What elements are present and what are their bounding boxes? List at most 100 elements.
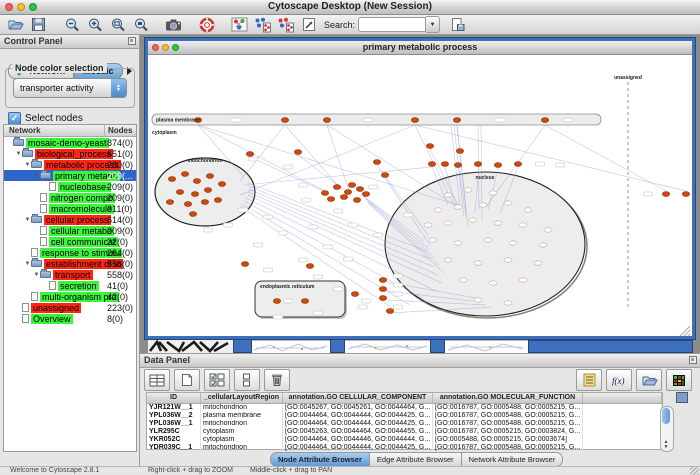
disclosure-triangle-icon[interactable]: ▼	[24, 217, 31, 223]
disclosure-triangle-icon[interactable]: ▼	[33, 272, 40, 278]
table-vertical-scrollbar[interactable]: ▲▼	[660, 406, 674, 452]
selected-gene-node	[246, 152, 253, 157]
vizmapper-icon[interactable]	[230, 16, 249, 33]
disclosure-triangle-icon[interactable]: ▼	[24, 261, 31, 267]
tree-row[interactable]: ▼ establishment of lo 558(0)	[4, 258, 136, 269]
table-row[interactable]: YDR039C__1mitochondrion[GO:0044464, GO:0…	[147, 444, 662, 452]
disclosure-triangle-icon[interactable]: ▼	[33, 173, 40, 179]
network-graph[interactable]: plasma membranecytoplasmmitochondrionnuc…	[148, 55, 692, 336]
background-window-fragment[interactable]	[252, 340, 330, 353]
column-header[interactable]: ID	[147, 393, 201, 403]
disclosure-triangle-icon[interactable]: ▼	[15, 151, 22, 157]
tree-row[interactable]: cell communicat 22(0)	[4, 236, 136, 247]
tree-row[interactable]: multi-organism pro 42(0)	[4, 291, 136, 302]
import-attributes-icon[interactable]	[636, 369, 662, 391]
layout-edges-icon[interactable]	[276, 16, 295, 33]
selected-gene-node	[306, 264, 313, 269]
folder-icon	[40, 271, 51, 278]
tree-row[interactable]: macromolecule 311(0)	[4, 203, 136, 214]
attribute-browser-tab[interactable]: Network Attribute Browser	[462, 452, 564, 467]
float-panel-icon[interactable]	[128, 37, 136, 45]
node-color-dropdown[interactable]: transporter activity ▲▼	[13, 78, 127, 98]
node-label-pill	[535, 162, 545, 166]
table-row[interactable]: YJR121W__1mitochondrion[GO:0045267, GO:0…	[147, 404, 662, 412]
control-panel-header[interactable]: Control Panel	[0, 35, 139, 49]
help-icon[interactable]	[197, 16, 216, 33]
save-network-image-icon[interactable]	[448, 16, 467, 33]
tree-row[interactable]: nitrogen compo 209(0)	[4, 192, 136, 203]
search-input[interactable]	[358, 17, 426, 32]
snapshot-icon[interactable]	[164, 16, 183, 33]
tree-row[interactable]: Overview 8(0)	[4, 313, 136, 324]
search-dropdown-icon[interactable]: ▼	[426, 16, 440, 33]
tree-row[interactable]: cellular metabo 209(0)	[4, 225, 136, 236]
column-header[interactable]: annotation.GO MOLECULAR_FUNCTION	[433, 393, 583, 403]
attribute-table-icon[interactable]	[144, 369, 170, 391]
selected-gene-node	[386, 309, 393, 314]
network-canvas[interactable]: plasma membranecytoplasmmitochondrionnuc…	[148, 55, 692, 336]
gene-node	[474, 298, 482, 302]
scrollbar-thumb[interactable]	[662, 408, 670, 424]
tree-row[interactable]: unassigned 223(0)	[4, 302, 136, 313]
network-window-title-bar[interactable]: primary metabolic process	[148, 41, 692, 55]
attribute-table-header[interactable]: ID_cellularLayoutRegionannotation.GO CEL…	[147, 393, 662, 404]
canvas-resize-grip	[688, 334, 690, 336]
layout-nodes-icon[interactable]	[253, 16, 272, 33]
data-panel-header[interactable]: Data Panel	[140, 354, 700, 368]
tree-row[interactable]: ▼ metabolic process 280(0)	[4, 159, 136, 170]
background-window-fragment[interactable]	[148, 340, 233, 353]
tree-row[interactable]: mosaic-demo-yeast 874(0)	[4, 137, 136, 148]
scrollbar-arrows-icon[interactable]: ▲▼	[661, 440, 671, 450]
zoom-selected-icon[interactable]	[108, 16, 127, 33]
tree-row[interactable]: ▼ transport 558(0)	[4, 269, 136, 280]
selected-gene-node	[176, 190, 183, 195]
background-window-fragment[interactable]	[445, 340, 528, 353]
table-row[interactable]: YPL036W__1mitochondrion[GO:0044464, GO:0…	[147, 420, 662, 428]
attribute-list-icon[interactable]	[576, 369, 602, 391]
table-cell: [GO:0016787, GO:0005488, GO:0005215, G..…	[433, 420, 583, 428]
matrix-view-icon[interactable]	[666, 369, 692, 391]
zoom-out-icon[interactable]	[62, 16, 81, 33]
tree-row[interactable]: ▼ primary metabo 209(...	[4, 170, 136, 181]
annotation-icon[interactable]	[299, 16, 318, 33]
save-session-icon[interactable]	[29, 16, 48, 33]
background-window-fragment[interactable]	[430, 339, 445, 353]
tree-row-count: 874(0)	[107, 138, 133, 148]
delete-attribute-icon[interactable]	[264, 369, 290, 391]
background-window-fragment[interactable]	[345, 340, 430, 353]
folder-icon	[31, 216, 42, 223]
float-panel-icon[interactable]	[689, 356, 697, 364]
column-header[interactable]: annotation.GO CELLULAR_COMPONENT	[283, 393, 433, 403]
attribute-browser-tab[interactable]: Edge Attribute Browser	[370, 452, 462, 467]
zoom-fit-icon[interactable]	[131, 16, 150, 33]
new-attribute-icon[interactable]	[174, 369, 200, 391]
tree-row[interactable]: ▼ biological_process 651(0)	[4, 148, 136, 159]
tree-row[interactable]: response to stimulu 264(0)	[4, 247, 136, 258]
column-header[interactable]: _cellularLayoutRegion	[201, 393, 283, 403]
function-builder-icon[interactable]: f(x)	[606, 369, 632, 391]
network-view-window[interactable]: primary metabolic process plasma membran…	[144, 37, 696, 340]
background-window-fragment[interactable]	[330, 339, 345, 353]
node-label-pill	[263, 268, 273, 272]
table-row[interactable]: YLR295Ccytoplasm[GO:0045263, GO:0044464,…	[147, 428, 662, 436]
table-row[interactable]: YPL036W__2plasma membrane[GO:0044464, GO…	[147, 412, 662, 420]
select-attributes-icon[interactable]	[204, 369, 230, 391]
background-window-fragment[interactable]	[233, 339, 252, 353]
tree-row[interactable]: ▼ cellular process 614(0)	[4, 214, 136, 225]
tree-row-count: 209(0)	[107, 182, 133, 192]
disclosure-triangle-icon[interactable]: ▼	[24, 162, 31, 168]
attribute-table[interactable]: ID_cellularLayoutRegionannotation.GO CEL…	[146, 392, 663, 450]
folder-icon	[40, 172, 51, 179]
unselect-attributes-icon[interactable]	[234, 369, 260, 391]
background-window-fragment[interactable]	[528, 340, 693, 353]
open-session-icon[interactable]	[6, 16, 25, 33]
tree-row-count: 311(0)	[107, 204, 132, 214]
tree-row[interactable]: nucleobase- 209(0)	[4, 181, 136, 192]
app-title-bar[interactable]: Cytoscape Desktop (New Session)	[0, 0, 700, 15]
zoom-in-icon[interactable]	[85, 16, 104, 33]
table-row[interactable]: YKR052Ccytoplasm[GO:0044464, GO:0044446,…	[147, 436, 662, 444]
table-corner-button[interactable]	[676, 392, 688, 403]
attribute-browser-tab[interactable]: Node Attribute Browser	[270, 452, 370, 467]
column-header[interactable]	[583, 393, 662, 403]
tree-row[interactable]: secretion 41(0)	[4, 280, 136, 291]
